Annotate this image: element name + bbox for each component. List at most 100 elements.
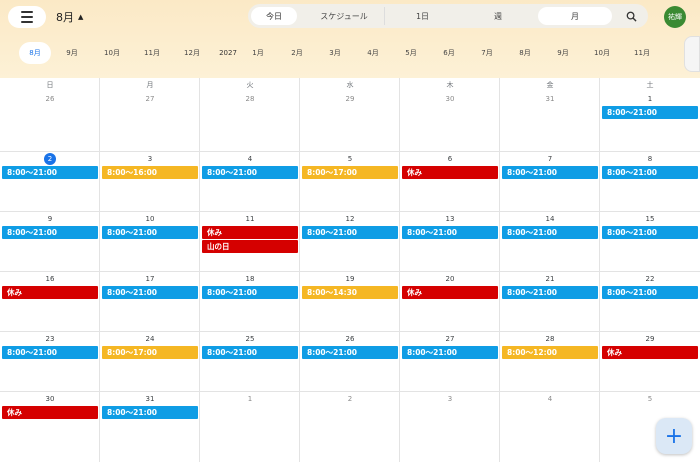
event-chip[interactable]: 8:00～21:00 <box>402 346 498 359</box>
day-number[interactable]: 5 <box>600 393 700 405</box>
day-number[interactable]: 3 <box>100 153 200 165</box>
day-number[interactable]: 19 <box>300 273 400 285</box>
event-chip[interactable]: 8:00～21:00 <box>102 286 198 299</box>
day-number[interactable]: 8 <box>600 153 700 165</box>
month-strip-item[interactable]: 9月 <box>56 42 88 64</box>
day-number[interactable]: 18 <box>200 273 300 285</box>
add-event-button[interactable]: + <box>656 418 692 454</box>
day-number[interactable]: 2 <box>300 393 400 405</box>
event-chip[interactable]: 8:00～21:00 <box>602 166 698 179</box>
month-strip-item[interactable]: 6月 <box>433 42 465 64</box>
event-chip[interactable]: 休み <box>602 346 698 359</box>
day-number[interactable]: 26 <box>0 93 100 105</box>
day-number[interactable]: 7 <box>500 153 600 165</box>
day-number[interactable]: 27 <box>100 93 200 105</box>
month-strip-item[interactable]: 10月 <box>586 42 618 64</box>
schedule-view-button[interactable]: スケジュール <box>304 7 384 25</box>
day-number[interactable]: 27 <box>400 333 500 345</box>
event-chip[interactable]: 休み <box>402 166 498 179</box>
event-chip[interactable]: 山の日 <box>202 240 298 253</box>
week-view-button[interactable]: 週 <box>460 7 536 25</box>
month-strip-item[interactable]: 5月 <box>395 42 427 64</box>
today-button[interactable]: 今日 <box>251 7 297 25</box>
day-number[interactable]: 17 <box>100 273 200 285</box>
event-chip[interactable]: 8:00～21:00 <box>2 346 98 359</box>
event-chip[interactable]: 8:00～21:00 <box>202 166 298 179</box>
month-picker-toggle[interactable]: 8月 ▲ <box>56 9 83 25</box>
day-number[interactable]: 13 <box>400 213 500 225</box>
day-number[interactable]: 2 <box>0 153 100 165</box>
day-number[interactable]: 10 <box>100 213 200 225</box>
day-number[interactable]: 21 <box>500 273 600 285</box>
day-number[interactable]: 4 <box>500 393 600 405</box>
side-panel-tab[interactable] <box>684 36 700 72</box>
event-chip[interactable]: 8:00～16:00 <box>102 166 198 179</box>
avatar[interactable]: 祐輝 <box>664 6 686 28</box>
event-chip[interactable]: 休み <box>402 286 498 299</box>
day-number[interactable]: 5 <box>300 153 400 165</box>
event-chip[interactable]: 8:00～21:00 <box>602 106 698 119</box>
day-number[interactable]: 12 <box>300 213 400 225</box>
day-number[interactable]: 26 <box>300 333 400 345</box>
day-number[interactable]: 28 <box>200 93 300 105</box>
day-number[interactable]: 4 <box>200 153 300 165</box>
event-chip[interactable]: 8:00～21:00 <box>402 226 498 239</box>
month-strip-item[interactable]: 11月 <box>626 42 658 64</box>
day-number[interactable]: 14 <box>500 213 600 225</box>
event-chip[interactable]: 8:00～21:00 <box>202 286 298 299</box>
day-number[interactable]: 1 <box>600 93 700 105</box>
month-strip-item[interactable]: 4月 <box>357 42 389 64</box>
event-chip[interactable]: 休み <box>2 406 98 419</box>
day-number[interactable]: 15 <box>600 213 700 225</box>
day-number[interactable]: 23 <box>0 333 100 345</box>
month-strip-item[interactable]: 1月 <box>242 42 274 64</box>
event-chip[interactable]: 8:00～12:00 <box>502 346 598 359</box>
day-number[interactable]: 6 <box>400 153 500 165</box>
day-number[interactable]: 29 <box>600 333 700 345</box>
event-chip[interactable]: 8:00～17:00 <box>302 166 398 179</box>
month-strip-item[interactable]: 12月 <box>176 42 208 64</box>
month-strip-item[interactable]: 3月 <box>319 42 351 64</box>
day-number[interactable]: 24 <box>100 333 200 345</box>
event-chip[interactable]: 8:00～14:30 <box>302 286 398 299</box>
event-chip[interactable]: 8:00～17:00 <box>102 346 198 359</box>
day-number[interactable]: 22 <box>600 273 700 285</box>
day-number[interactable]: 31 <box>100 393 200 405</box>
day-number[interactable]: 20 <box>400 273 500 285</box>
month-strip-item[interactable]: 8月 <box>509 42 541 64</box>
event-chip[interactable]: 休み <box>2 286 98 299</box>
day-number[interactable]: 16 <box>0 273 100 285</box>
search-button[interactable] <box>622 7 640 25</box>
day-number[interactable]: 11 <box>200 213 300 225</box>
day-number[interactable]: 31 <box>500 93 600 105</box>
event-chip[interactable]: 8:00～21:00 <box>502 286 598 299</box>
event-chip[interactable]: 8:00～21:00 <box>2 226 98 239</box>
day-number[interactable]: 1 <box>200 393 300 405</box>
month-strip-item[interactable]: 8月 <box>19 42 51 64</box>
month-strip-item[interactable]: 10月 <box>96 42 128 64</box>
event-chip[interactable]: 8:00～21:00 <box>302 226 398 239</box>
month-strip-item[interactable]: 11月 <box>136 42 168 64</box>
day-number[interactable]: 25 <box>200 333 300 345</box>
day-number[interactable]: 29 <box>300 93 400 105</box>
day-number[interactable]: 28 <box>500 333 600 345</box>
event-chip[interactable]: 8:00～21:00 <box>2 166 98 179</box>
event-chip[interactable]: 8:00～21:00 <box>202 346 298 359</box>
event-chip[interactable]: 8:00～21:00 <box>102 226 198 239</box>
event-chip[interactable]: 休み <box>202 226 298 239</box>
menu-button[interactable] <box>8 6 46 28</box>
day-number[interactable]: 30 <box>0 393 100 405</box>
day-number[interactable]: 9 <box>0 213 100 225</box>
event-chip[interactable]: 8:00～21:00 <box>602 286 698 299</box>
month-strip-item[interactable]: 9月 <box>547 42 579 64</box>
day-number[interactable]: 3 <box>400 393 500 405</box>
month-strip-item[interactable]: 7月 <box>471 42 503 64</box>
event-chip[interactable]: 8:00～21:00 <box>602 226 698 239</box>
event-chip[interactable]: 8:00～21:00 <box>502 226 598 239</box>
day-view-button[interactable]: 1日 <box>384 7 460 25</box>
month-strip-item[interactable]: 2月 <box>281 42 313 64</box>
event-chip[interactable]: 8:00～21:00 <box>502 166 598 179</box>
month-view-button[interactable]: 月 <box>538 7 612 25</box>
event-chip[interactable]: 8:00～21:00 <box>302 346 398 359</box>
event-chip[interactable]: 8:00～21:00 <box>102 406 198 419</box>
